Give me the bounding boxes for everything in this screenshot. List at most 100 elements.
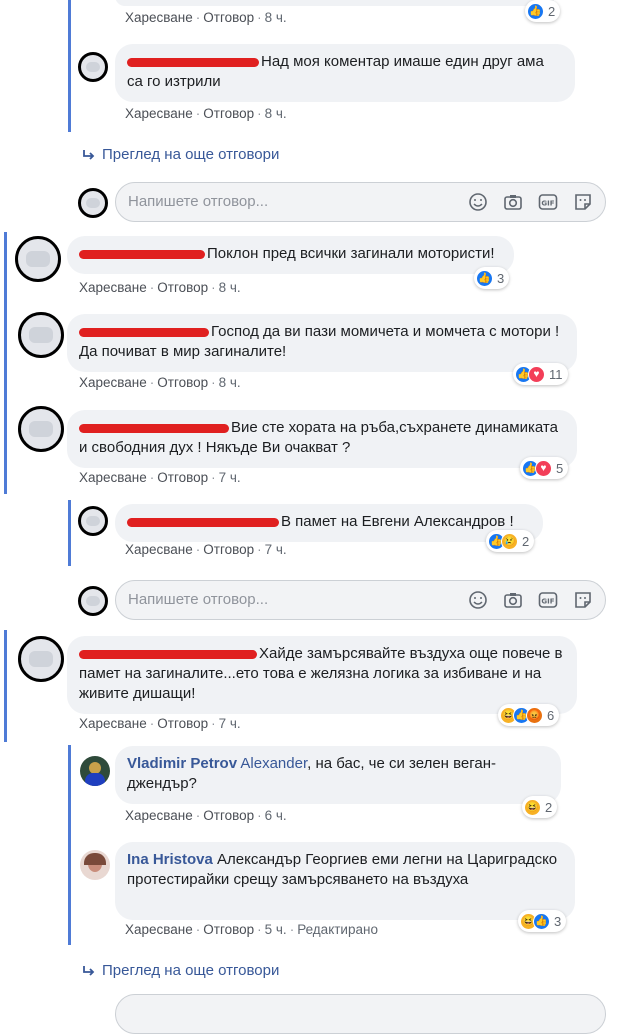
reply-link[interactable]: Отговор — [203, 922, 254, 937]
love-reaction-icon: ♥ — [535, 459, 552, 477]
view-more-label: Преглед на още отговори — [102, 146, 280, 163]
avatar[interactable] — [80, 756, 110, 786]
reply-text: В памет на Евгени Александров ! — [281, 513, 514, 530]
redacted-name — [79, 327, 209, 337]
reaction-summary[interactable]: 😆 2 — [522, 796, 558, 818]
emoji-icon[interactable] — [468, 192, 488, 212]
reply-link[interactable]: Отговор — [203, 542, 254, 557]
reply-placeholder: Напишете отговор... — [128, 591, 269, 608]
camera-icon[interactable] — [503, 192, 523, 212]
redacted-name — [79, 249, 205, 259]
reaction-count: 3 — [554, 913, 562, 929]
edited-label: Редактирано — [297, 922, 378, 937]
like-link[interactable]: Харесване — [125, 106, 193, 121]
like-link[interactable]: Харесване — [125, 542, 193, 557]
reply-arrow-icon — [83, 150, 95, 160]
reply-input[interactable]: Напишете отговор... GIF — [115, 182, 606, 222]
view-more-replies-link[interactable]: Преглед на още отговори — [82, 146, 279, 163]
gif-icon[interactable]: GIF — [538, 590, 558, 610]
mention-tag[interactable]: Alexander — [240, 755, 307, 772]
like-link[interactable]: Харесване — [79, 716, 147, 731]
reaction-summary[interactable]: 😆 👍 😡 6 — [498, 704, 560, 726]
reaction-count: 3 — [497, 270, 505, 286]
thread-line — [68, 0, 71, 132]
sticker-icon[interactable] — [573, 590, 593, 610]
comment-meta: Харесване · Отговор · 8 ч. — [79, 375, 241, 390]
avatar[interactable] — [18, 406, 64, 452]
like-link[interactable]: Харесване — [79, 470, 147, 485]
author-name[interactable]: Ina Hristova — [127, 851, 213, 868]
comment-bubble: Господ да ви пази момичета и момчета с м… — [67, 314, 577, 372]
avatar[interactable] — [18, 636, 64, 682]
reaction-count: 2 — [548, 3, 556, 19]
like-link[interactable]: Харесване — [125, 808, 193, 823]
like-link[interactable]: Харесване — [125, 10, 193, 25]
reply-bubble: Ina Hristova Александър Георгиев еми лег… — [115, 842, 575, 920]
redacted-name — [127, 57, 259, 67]
haha-reaction-icon: 😆 — [524, 798, 541, 816]
reaction-summary[interactable]: 👍 😢 2 — [486, 530, 535, 552]
reaction-summary[interactable]: 👍 ♥ 11 — [513, 363, 568, 385]
reply-link[interactable]: Отговор — [203, 106, 254, 121]
reply-meta: Харесване · Отговор · 5 ч. · Редактирано — [125, 922, 378, 937]
reaction-count: 11 — [549, 366, 563, 382]
comment-bubble-partial — [115, 0, 555, 6]
reaction-count: 2 — [545, 799, 553, 815]
camera-icon[interactable] — [503, 590, 523, 610]
reply-bubble: Над моя коментар имаше един друг ама са … — [115, 44, 575, 102]
reply-arrow-icon — [83, 966, 95, 976]
reaction-summary[interactable]: 👍 2 — [525, 0, 561, 22]
timestamp: 7 ч. — [264, 542, 287, 557]
reply-meta: Харесване · Отговор · 8 ч. — [125, 106, 287, 121]
reply-bubble: Vladimir Petrov Alexander, на бас, че си… — [115, 746, 561, 804]
timestamp: 6 ч. — [264, 808, 287, 823]
reaction-count: 5 — [556, 460, 564, 476]
like-reaction-icon: 👍 — [476, 269, 493, 287]
reply-link[interactable]: Отговор — [203, 10, 254, 25]
view-more-label: Преглед на още отговори — [102, 962, 280, 979]
timestamp: 8 ч. — [264, 106, 287, 121]
avatar[interactable] — [18, 312, 64, 358]
reply-meta: Харесване · Отговор · 7 ч. — [125, 542, 287, 557]
avatar[interactable] — [78, 52, 108, 82]
reply-link[interactable]: Отговор — [157, 716, 208, 731]
timestamp: 8 ч. — [218, 280, 241, 295]
avatar[interactable] — [80, 850, 110, 880]
thread-line — [68, 745, 71, 945]
svg-text:GIF: GIF — [541, 598, 554, 606]
avatar[interactable] — [15, 236, 61, 282]
timestamp: 7 ч. — [218, 716, 241, 731]
reaction-count: 6 — [547, 707, 555, 723]
reply-meta: Харесване · Отговор · 6 ч. — [125, 808, 287, 823]
reply-link[interactable]: Отговор — [157, 280, 208, 295]
sad-reaction-icon: 😢 — [501, 532, 518, 550]
like-link[interactable]: Харесване — [125, 922, 193, 937]
reply-input[interactable]: Напишете отговор... GIF — [115, 580, 606, 620]
angry-reaction-icon: 😡 — [526, 706, 543, 724]
avatar — [78, 586, 108, 616]
redacted-name — [79, 423, 229, 433]
like-reaction-icon: 👍 — [527, 2, 544, 20]
author-name[interactable]: Vladimir Petrov — [127, 755, 237, 772]
reply-link[interactable]: Отговор — [157, 375, 208, 390]
avatar[interactable] — [78, 506, 108, 536]
reply-link[interactable]: Отговор — [203, 808, 254, 823]
reaction-summary[interactable]: 😆 👍 3 — [518, 910, 567, 932]
gif-icon[interactable]: GIF — [538, 192, 558, 212]
reply-input-partial[interactable] — [115, 994, 606, 1034]
view-more-replies-link[interactable]: Преглед на още отговори — [82, 962, 279, 979]
comment-meta: Харесване · Отговор · 8 ч. — [125, 10, 287, 25]
comment-bubble: Поклон пред всички загинали мотористи! — [67, 236, 514, 274]
reaction-summary[interactable]: 👍 3 — [474, 267, 510, 289]
reaction-count: 2 — [522, 533, 530, 549]
comment-meta: Харесване · Отговор · 7 ч. — [79, 470, 241, 485]
reply-link[interactable]: Отговор — [157, 470, 208, 485]
comment-bubble: Хайде замърсявайте въздуха още повече в … — [67, 636, 577, 714]
reaction-summary[interactable]: 👍 ♥ 5 — [520, 457, 569, 479]
like-link[interactable]: Харесване — [79, 375, 147, 390]
like-link[interactable]: Харесване — [79, 280, 147, 295]
sticker-icon[interactable] — [573, 192, 593, 212]
redacted-name — [127, 517, 279, 527]
svg-text:GIF: GIF — [541, 200, 554, 208]
emoji-icon[interactable] — [468, 590, 488, 610]
